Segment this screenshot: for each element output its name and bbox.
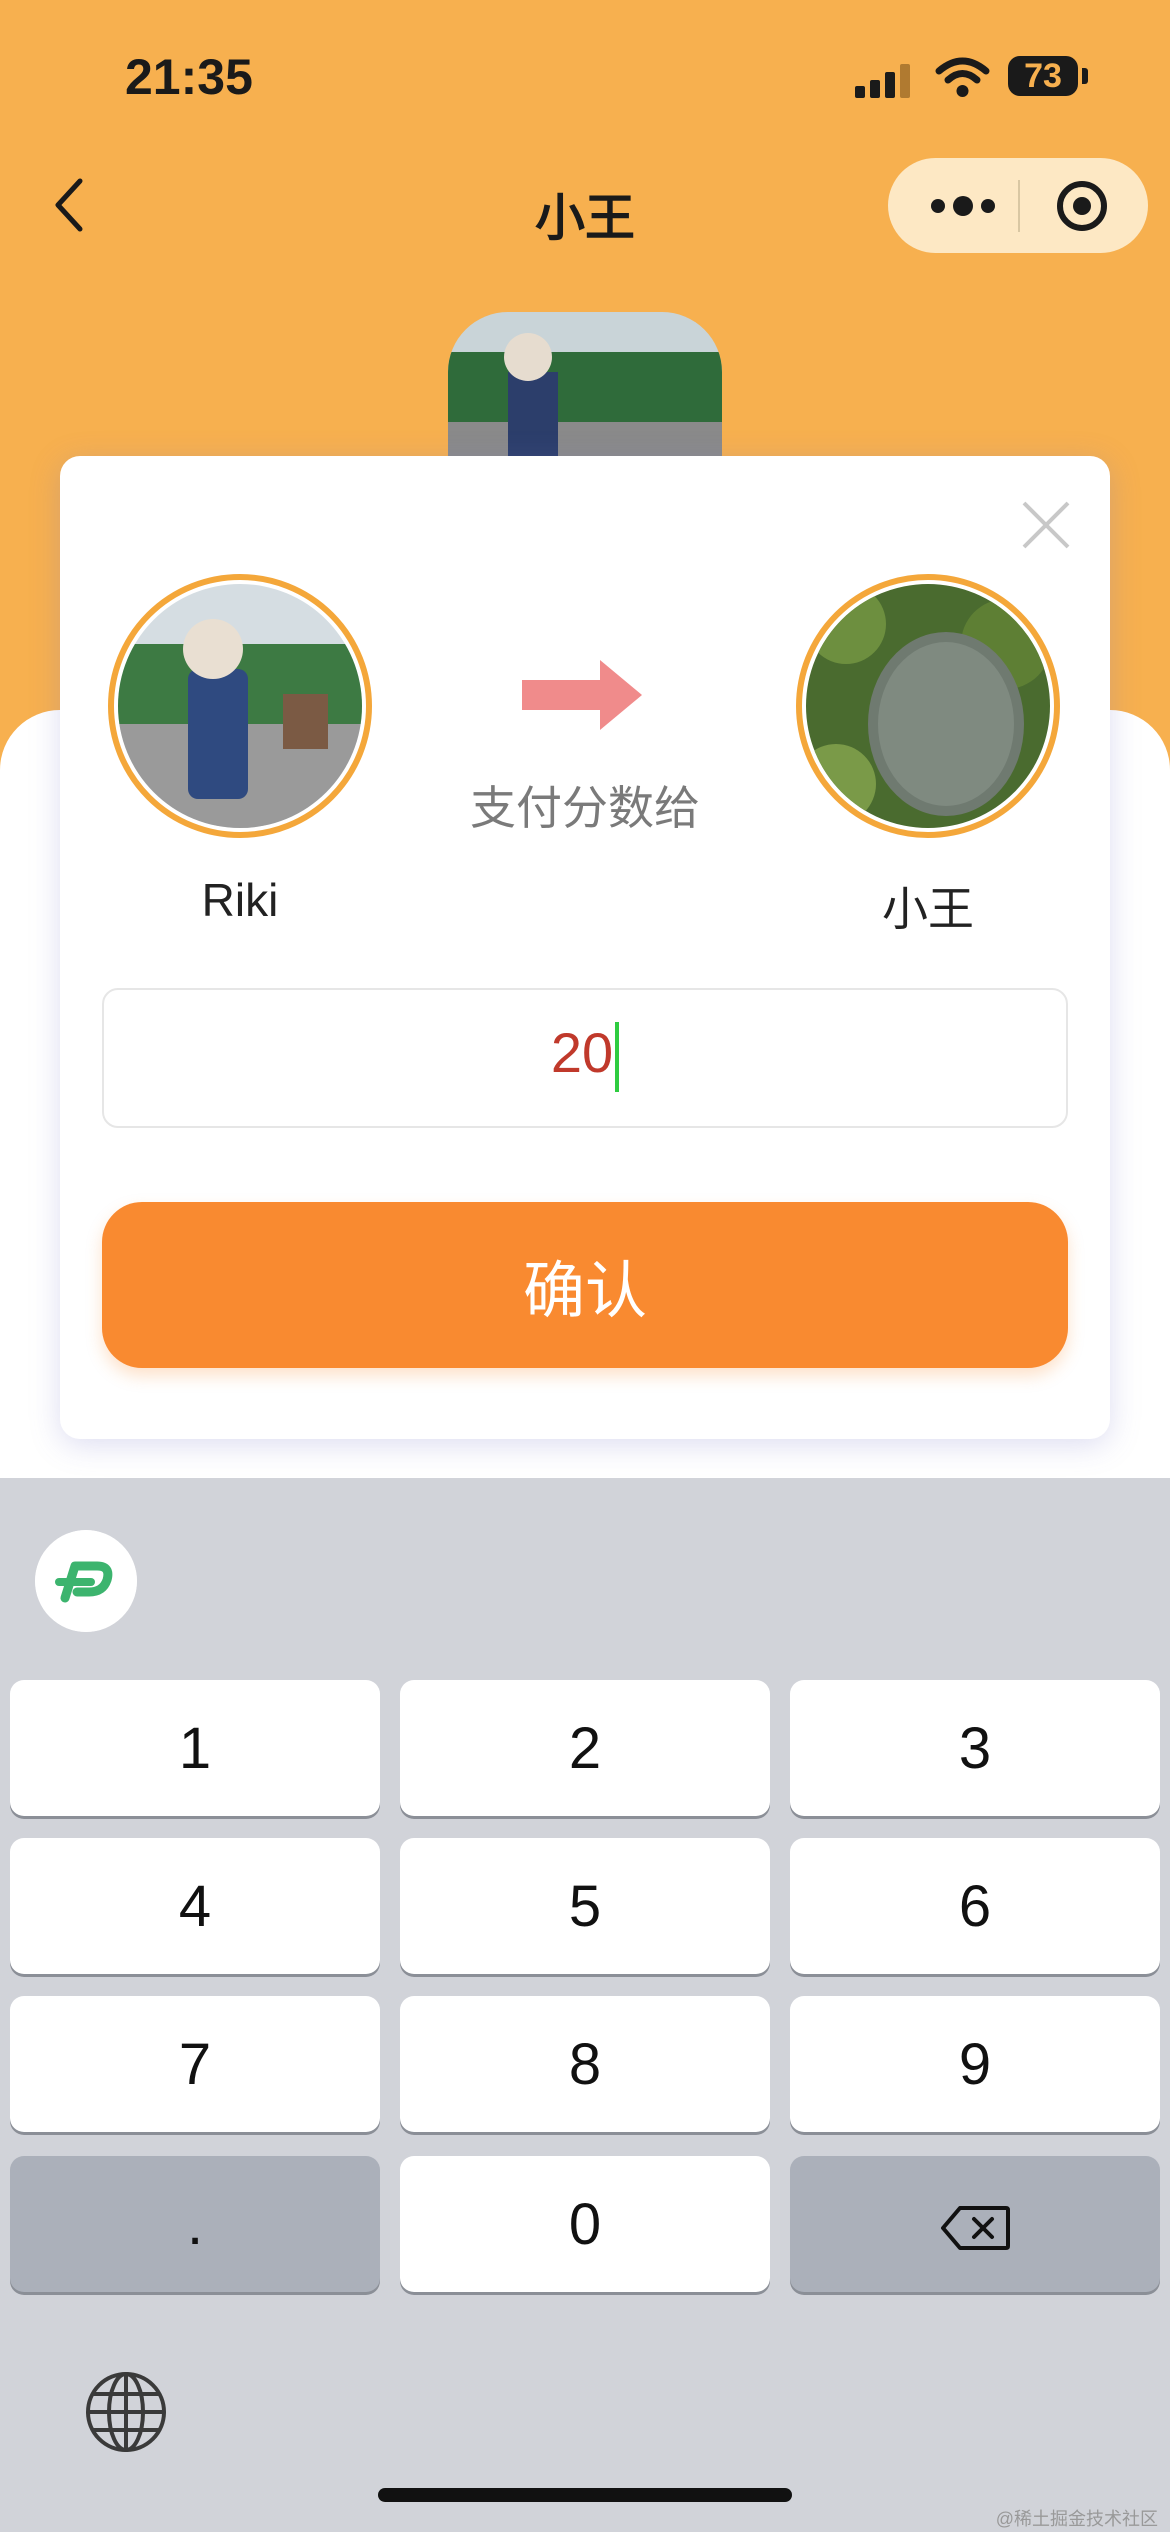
text-caret — [615, 1022, 620, 1093]
key-9[interactable]: 9 — [790, 1996, 1160, 2132]
backspace-icon — [941, 2205, 1010, 2250]
key-3[interactable]: 3 — [790, 1680, 1160, 1816]
key-2[interactable]: 2 — [400, 1680, 770, 1816]
more-icon[interactable] — [928, 188, 998, 224]
close-miniprogram-icon[interactable] — [1056, 180, 1108, 232]
home-indicator — [378, 2488, 792, 2502]
capsule-divider — [1018, 180, 1020, 232]
arrow-right-icon — [522, 660, 642, 730]
battery-icon: 73 — [1008, 56, 1078, 96]
amount-value: 20 — [102, 1020, 1068, 1093]
battery-nub — [1082, 68, 1088, 84]
keyboard-app-logo-icon[interactable] — [35, 1530, 137, 1632]
background-avatar — [448, 312, 722, 462]
amount-text: 20 — [550, 1021, 614, 1084]
key-5[interactable]: 5 — [400, 1838, 770, 1974]
key-7[interactable]: 7 — [10, 1996, 380, 2132]
globe-icon[interactable] — [84, 2370, 168, 2454]
signal-icon — [855, 60, 915, 98]
wifi-icon — [935, 57, 990, 97]
key-8[interactable]: 8 — [400, 1996, 770, 2132]
key-1[interactable]: 1 — [10, 1680, 380, 1816]
key-0[interactable]: 0 — [400, 2156, 770, 2292]
from-name: Riki — [201, 874, 279, 926]
close-icon[interactable] — [1018, 497, 1074, 553]
to-name: 小王 — [882, 883, 974, 935]
status-time: 21:35 — [125, 49, 253, 105]
confirm-button[interactable]: 确认 — [102, 1202, 1068, 1368]
pay-label: 支付分数给 — [470, 782, 700, 834]
key-4[interactable]: 4 — [10, 1838, 380, 1974]
miniprogram-capsule — [888, 158, 1148, 253]
key-6[interactable]: 6 — [790, 1838, 1160, 1974]
key-decimal[interactable]: . — [10, 2156, 380, 2292]
watermark: @稀土掘金技术社区 — [995, 2509, 1158, 2529]
backspace-key[interactable] — [790, 2156, 1160, 2292]
